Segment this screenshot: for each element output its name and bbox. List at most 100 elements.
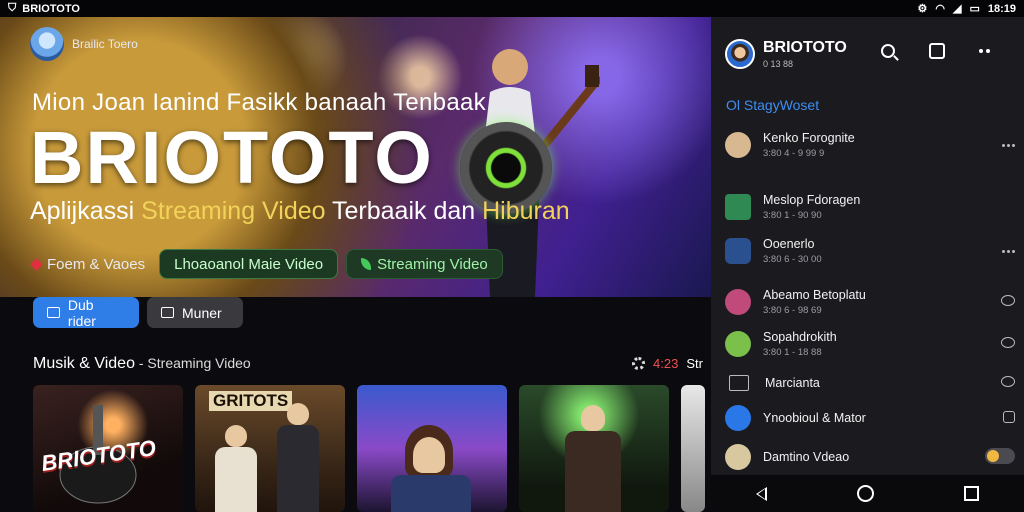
section-title-sub: - Streaming Video [134,355,251,371]
person-body [391,475,471,512]
item-avatar [725,405,751,431]
panel-toolbar [881,43,993,59]
hero-title: BRIOTOTO [30,116,434,199]
list-item[interactable]: Ooenerlo 3:80 6 - 30 00 [725,233,1015,269]
video-card-caption: GRITOTS [209,391,293,411]
video-card[interactable] [519,385,669,512]
item-meta: 3:80 1 - 18 88 [763,347,822,358]
clock-bubble-icon[interactable] [1001,376,1015,387]
status-app-name: BRIOTOTO [22,2,80,15]
video-card[interactable]: GRITOTS [195,385,345,512]
item-name: Damtino Vdeao [763,450,850,464]
recent-apps-icon[interactable] [964,486,979,501]
panel-title: BRIOTOTO [763,39,847,56]
chip-streaming-video[interactable]: Streaming Video [346,249,503,279]
search-icon[interactable] [881,44,895,58]
video-card[interactable] [357,385,507,512]
gear-icon[interactable] [632,357,645,370]
list-item[interactable]: Ynoobioul & Mator [725,400,1015,436]
diamond-icon [30,257,43,271]
person-body [277,425,319,512]
item-avatar [725,444,751,470]
item-avatar [725,289,751,315]
panel-category-label[interactable]: Ol StagyWoset [726,97,819,113]
chat-bubble-icon[interactable] [1001,295,1015,306]
section-title: Musik & Video - Streaming Video [33,355,251,373]
hero-banner: Brailic Toero Mion Joan Ianind Fasikk ba… [0,17,711,297]
panel-header: BRIOTOTO 0 13 88 [725,39,847,69]
chip-music-video[interactable]: Lhoaoanol Maie Video [159,249,339,279]
wifi-icon: ◠ [935,3,945,15]
channel-avatar [30,27,64,61]
hero-chip-label: Foem & Vaoes [30,256,145,273]
person-head [225,425,247,447]
battery-icon: ▭ [969,3,980,15]
list-item[interactable]: Sopahdrokith 3:80 1 - 18 88 [725,326,1015,362]
item-avatar [725,238,751,264]
profile-avatar[interactable] [725,39,755,69]
item-name: Sopahdrokith [763,330,837,344]
home-icon[interactable] [857,485,874,502]
video-card-row: BRIOTOTO GRITOTS [33,385,705,512]
side-panel: BRIOTOTO 0 13 88 Ol StagyWoset Kenko For… [711,17,1024,512]
item-avatar [725,132,751,158]
hero-chip-row: Foem & Vaoes Lhoaoanol Maie Video Stream… [30,249,503,279]
section-count: 4:23 [653,356,679,371]
square-icon[interactable] [1003,410,1015,423]
item-name: Ynoobioul & Mator [763,411,866,425]
chat-bubble-icon[interactable] [1001,337,1015,348]
system-nav-bar [711,475,1024,512]
more-icon[interactable] [979,49,993,53]
primary-action-button[interactable]: Dub rider [33,296,139,329]
channel-name: Brailic Toero [72,37,138,51]
item-meta: 3:80 4 - 9 99 9 [763,148,825,159]
channel-tag[interactable]: Brailic Toero [30,27,138,61]
hero-subtitle-part2: Streaming Video [141,197,326,225]
video-card-partial[interactable] [681,385,705,512]
toggle-switch[interactable] [985,447,1015,464]
hero-subtitle-part1: Aplijkassi [30,197,142,225]
item-name: Kenko Forognite [763,131,855,145]
back-icon[interactable] [756,486,767,501]
item-avatar [725,331,751,357]
primary-button-label: Dub rider [67,296,96,329]
window-icon [47,307,60,318]
app-shield-icon: ⛉ [8,2,17,14]
section-controls: 4:23 Str [632,356,703,371]
list-item[interactable]: Meslop Fdoragen 3:80 1 - 90 90 [725,189,1015,225]
secondary-button-label: Muner [182,304,222,321]
more-dots-icon[interactable] [993,143,1015,147]
leaf-icon [361,258,372,270]
item-name: Meslop Fdoragen [763,193,861,207]
status-bar: ⛉ BRIOTOTO ⚙ ◠ ◢ ▭ 18:19 [0,0,1024,17]
secondary-action-button[interactable]: Muner [147,297,243,328]
list-item[interactable]: Damtino Vdeao [725,439,1015,475]
panel-subtitle: 0 13 88 [763,59,794,69]
chip-streaming-label: Streaming Video [377,255,488,273]
video-card[interactable]: BRIOTOTO [33,385,183,512]
edit-icon[interactable] [929,43,945,59]
screen-icon [729,375,749,391]
list-item[interactable]: Marcianta [725,365,1015,401]
person-body [215,447,257,512]
check-box-icon [161,307,174,318]
item-avatar [725,194,751,220]
settings-gear-icon: ⚙ [917,3,928,15]
list-item[interactable]: Abeamo Betoplatu 3:80 6 - 98 69 [725,284,1015,320]
item-meta: 3:80 1 - 90 90 [763,210,822,221]
item-meta: 3:80 6 - 98 69 [763,305,822,316]
item-meta: 3:80 6 - 30 00 [763,254,822,265]
person-head [287,403,309,425]
person-body [565,431,621,512]
item-name: Abeamo Betoplatu [763,288,866,302]
more-dots-icon[interactable] [993,249,1015,253]
hero-subtitle-part4: Hiburan [482,197,570,225]
section-title-main: Musik & Video [33,355,135,372]
list-item[interactable]: Kenko Forognite 3:80 4 - 9 99 9 [725,127,1015,163]
person-head [581,405,605,431]
status-time: 18:19 [987,2,1016,15]
section-more-text[interactable]: Str [686,356,703,371]
item-name: Ooenerlo [763,237,815,251]
hero-tagline: Mion Joan Ianind Fasikk banaah Tenbaak [32,89,486,116]
action-button-row: Dub rider Muner [33,296,243,329]
